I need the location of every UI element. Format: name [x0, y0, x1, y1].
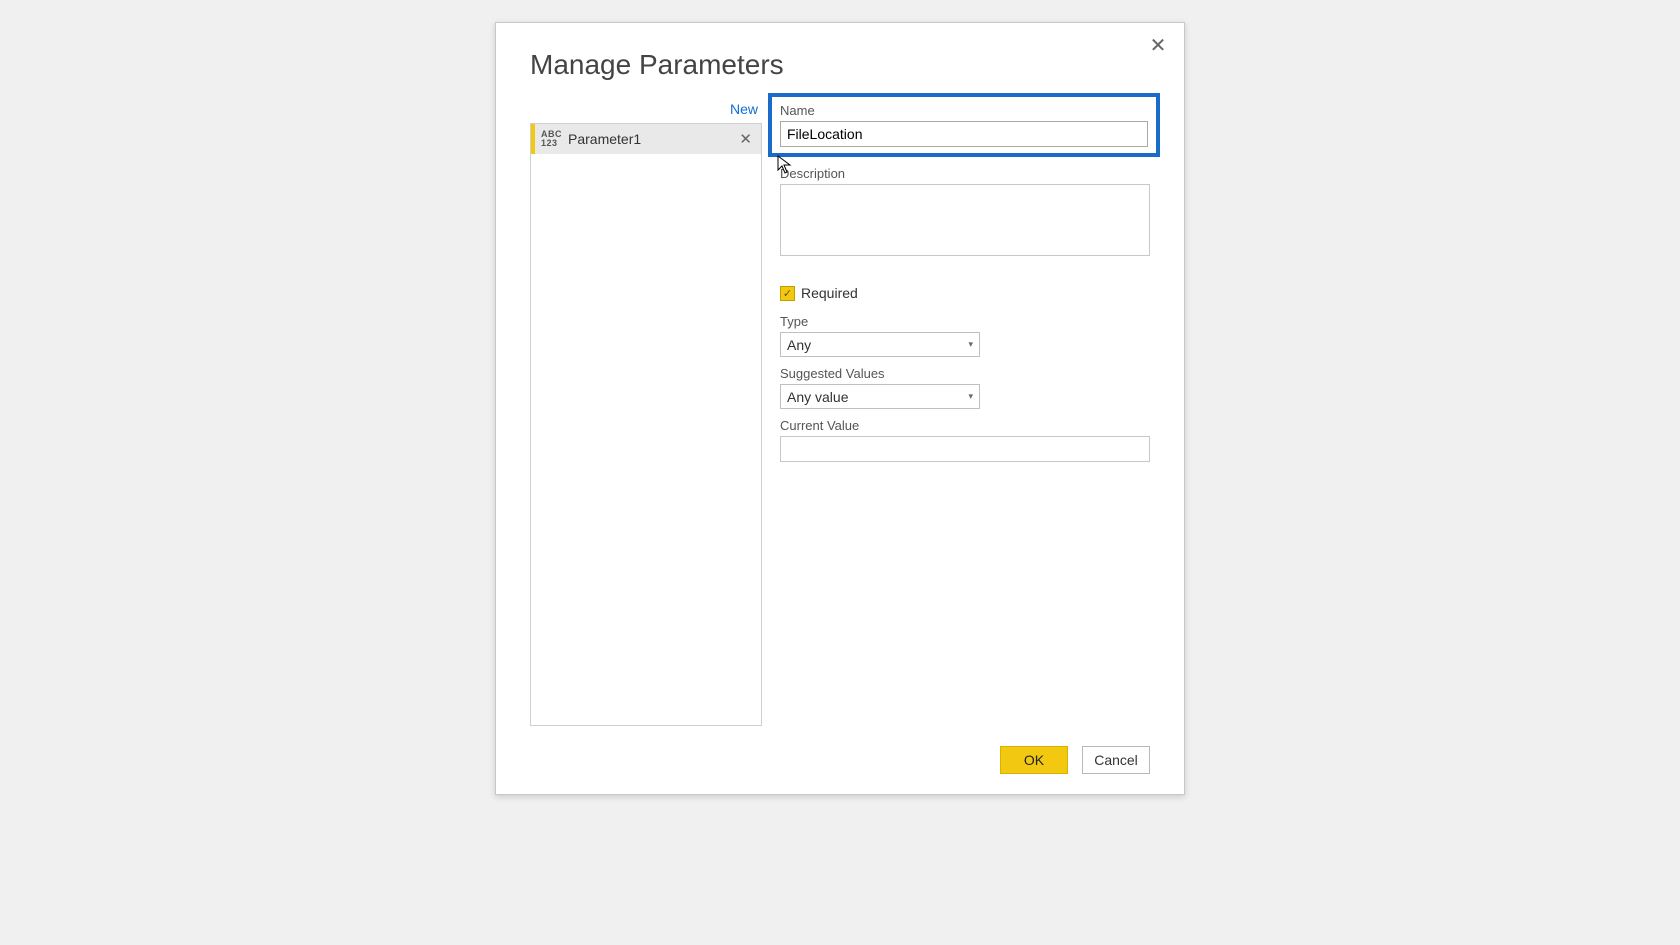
check-icon: ✓	[783, 287, 792, 300]
close-button[interactable]: ✕	[1146, 33, 1170, 57]
required-checkbox[interactable]: ✓	[780, 286, 795, 301]
left-panel: New ABC 123 Parameter1 ✕	[530, 99, 762, 726]
suggested-values-value: Any value	[787, 389, 848, 405]
current-value-field: Current Value	[780, 418, 1150, 462]
current-value-label: Current Value	[780, 418, 1150, 433]
dialog-title: Manage Parameters	[530, 49, 1150, 81]
name-label: Name	[780, 103, 1148, 118]
required-field: ✓ Required	[780, 285, 1150, 301]
close-icon: ✕	[1150, 33, 1167, 58]
suggested-values-dropdown[interactable]: Any value ▾	[780, 384, 980, 409]
dialog-content: New ABC 123 Parameter1 ✕ Name	[530, 99, 1150, 726]
dialog-footer: OK Cancel	[530, 746, 1150, 774]
description-label: Description	[780, 166, 1150, 181]
parameter-list-item[interactable]: ABC 123 Parameter1 ✕	[531, 124, 761, 154]
chevron-down-icon: ▾	[968, 391, 973, 402]
description-input[interactable]	[780, 184, 1150, 256]
description-field: Description	[780, 166, 1150, 261]
required-label: Required	[801, 285, 858, 301]
suggested-values-field: Suggested Values Any value ▾	[780, 366, 1150, 409]
type-label: Type	[780, 314, 1150, 329]
cancel-button[interactable]: Cancel	[1082, 746, 1150, 774]
name-field-highlight: Name	[768, 93, 1160, 157]
right-panel: Name Description ✓ Required Type Any ▾	[780, 99, 1150, 726]
any-type-icon: ABC 123	[541, 130, 562, 148]
type-dropdown[interactable]: Any ▾	[780, 332, 980, 357]
chevron-down-icon: ▾	[968, 339, 973, 350]
current-value-input[interactable]	[780, 436, 1150, 462]
suggested-values-label: Suggested Values	[780, 366, 1150, 381]
parameter-list: ABC 123 Parameter1 ✕	[530, 123, 762, 726]
type-value: Any	[787, 337, 811, 353]
manage-parameters-dialog: ✕ Manage Parameters New ABC 123 Paramete…	[495, 22, 1185, 795]
delete-parameter-button[interactable]: ✕	[736, 130, 755, 148]
new-parameter-link[interactable]: New	[530, 99, 762, 123]
ok-button[interactable]: OK	[1000, 746, 1068, 774]
type-field: Type Any ▾	[780, 314, 1150, 357]
parameter-item-label: Parameter1	[568, 131, 736, 147]
name-input[interactable]	[780, 121, 1148, 147]
